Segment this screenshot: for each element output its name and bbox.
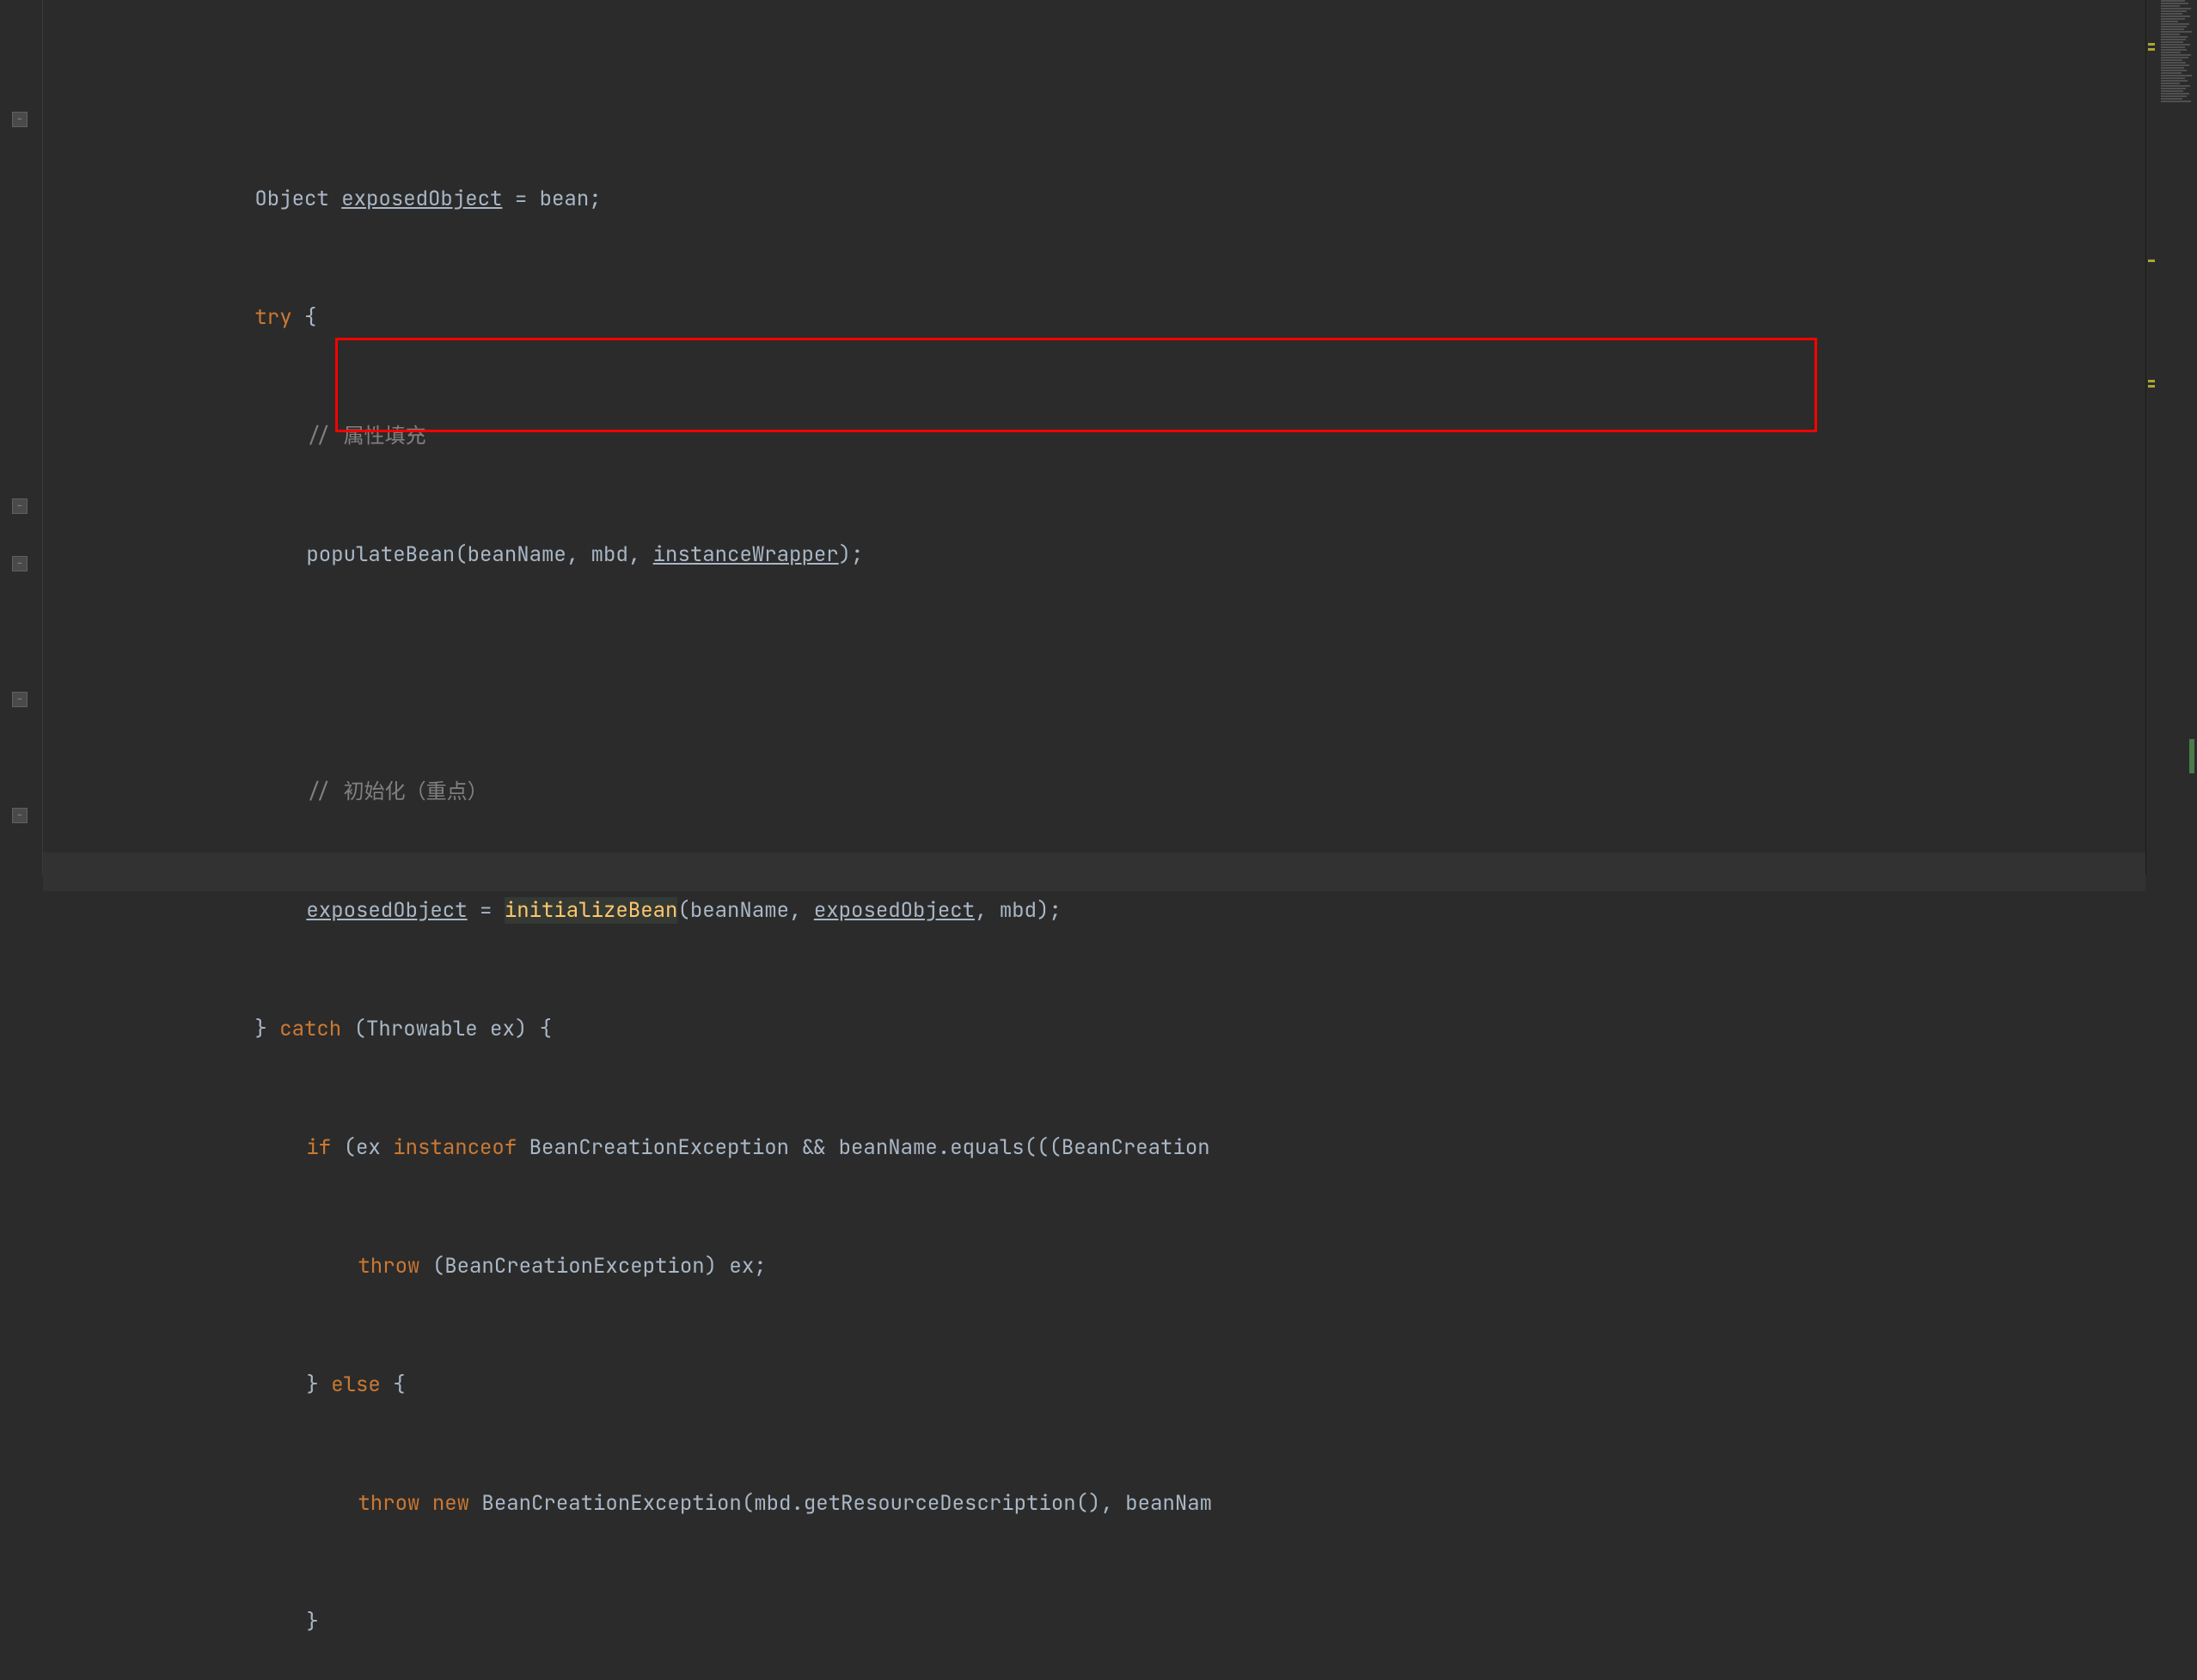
keyword-token: catch [267,1016,354,1042]
comment-token: // 初始化（重点） [306,779,487,805]
punctuation-token: ) [1037,897,1049,924]
code-content-area[interactable]: Object exposedObject = bean; try { // 属性… [43,0,2145,875]
argument-token: mbd [1000,897,1037,924]
argument-token: mbd [591,541,628,568]
punctuation-token: { [292,304,317,331]
type-token: Object [254,186,328,212]
operator-token: = [468,897,505,924]
code-line[interactable]: } catch (Throwable ex) { [43,971,2145,1010]
method-token: populateBean [306,541,455,568]
minimap-marker-icon [2148,385,2155,388]
variable-token: ex [717,1253,754,1280]
fold-marker-icon[interactable] [12,556,28,571]
fold-marker-icon[interactable] [12,112,28,127]
variable-token: ex [356,1134,393,1161]
code-line-current[interactable]: exposedObject = initializeBean(beanName,… [43,852,2145,891]
punctuation-token: ; [754,1253,766,1280]
punctuation-token: ( [344,1134,356,1161]
method-token: initializeBean [505,897,678,924]
method-token: equals [950,1134,1024,1161]
operator-token: = [502,186,539,212]
type-token: BeanCreationException [444,1253,704,1280]
punctuation-token: , [1100,1490,1125,1517]
minimap-marker-icon [2148,43,2155,46]
code-line[interactable]: if (ex instanceof BeanCreationException … [43,1090,2145,1128]
punctuation-token: , [628,541,653,568]
punctuation-token: } [306,1609,318,1635]
fold-marker-icon[interactable] [12,808,28,823]
minimap-marker-icon [2148,48,2155,51]
punctuation-token: ) [839,541,851,568]
argument-token: exposedObject [814,897,975,924]
param-token: ex [478,1016,515,1042]
punctuation-token: , [789,897,814,924]
punctuation-token: , [975,897,1000,924]
variable-token: exposedObject [306,897,467,924]
punctuation-token: . [938,1134,950,1161]
punctuation-token: ; [851,541,863,568]
operator-token: && [801,1134,838,1161]
fold-marker-icon[interactable] [12,692,28,707]
minimap-marker-icon [2148,380,2155,382]
keyword-token: new [432,1490,482,1517]
keyword-token: throw [358,1253,431,1280]
punctuation-token: ( [742,1490,754,1517]
code-line[interactable]: populateBean(beanName, mbd, instanceWrap… [43,497,2145,535]
minimap-marker-icon [2148,260,2155,262]
keyword-token: try [254,304,291,331]
type-token: BeanCreation [1062,1134,1210,1161]
fold-marker-icon[interactable] [12,498,28,514]
punctuation-token: { [527,1016,552,1042]
variable-token: bean [540,186,590,212]
keyword-token: instanceof [393,1134,517,1161]
argument-token: beanName [690,897,789,924]
punctuation-token: ) [515,1016,527,1042]
variable-token: mbd [754,1490,791,1517]
punctuation-token: { [393,1371,405,1398]
code-line[interactable]: Object exposedObject = bean; [43,141,2145,180]
punctuation-token: } [254,1016,266,1042]
comment-token: // 属性填充 [306,423,425,449]
punctuation-token: ( [677,897,689,924]
punctuation-token: ((( [1025,1134,1062,1161]
code-line[interactable]: // 属性填充 [43,378,2145,417]
keyword-token: if [306,1134,343,1161]
code-line[interactable]: throw new BeanCreationException(mbd.getR… [43,1445,2145,1484]
punctuation-token: ( [354,1016,366,1042]
argument-token: beanName [468,541,566,568]
variable-token: beanNam [1125,1490,1212,1517]
minimap-marker-icon [2189,739,2194,773]
type-token: BeanCreationException [481,1490,741,1517]
code-line[interactable]: // 初始化（重点） [43,734,2145,773]
editor-gutter [0,0,43,875]
minimap-code-preview [2161,0,2195,103]
variable-token: exposedObject [341,186,502,212]
variable-token: beanName [839,1134,938,1161]
punctuation-token: ( [432,1253,444,1280]
punctuation-token: ) [705,1253,717,1280]
punctuation-token: } [306,1371,318,1398]
punctuation-token: ; [589,186,601,212]
method-token: getResourceDescription [804,1490,1076,1517]
code-line[interactable]: } else { [43,1327,2145,1365]
type-token: BeanCreationException [517,1134,801,1161]
punctuation-token: ; [1049,897,1061,924]
code-line-empty[interactable] [43,615,2145,654]
type-token: Throwable [366,1016,478,1042]
code-editor[interactable]: Object exposedObject = bean; try { // 属性… [0,0,2197,875]
code-line[interactable]: try { [43,260,2145,298]
code-line[interactable]: throw (BeanCreationException) ex; [43,1208,2145,1247]
keyword-token: else [319,1371,393,1398]
keyword-token: throw [358,1490,431,1517]
punctuation-token: . [791,1490,803,1517]
argument-token: instanceWrapper [653,541,839,568]
code-line[interactable]: } [43,1564,2145,1603]
punctuation-token: ( [455,541,467,568]
punctuation-token: , [566,541,591,568]
punctuation-token: () [1076,1490,1101,1517]
editor-minimap[interactable] [2145,0,2197,875]
